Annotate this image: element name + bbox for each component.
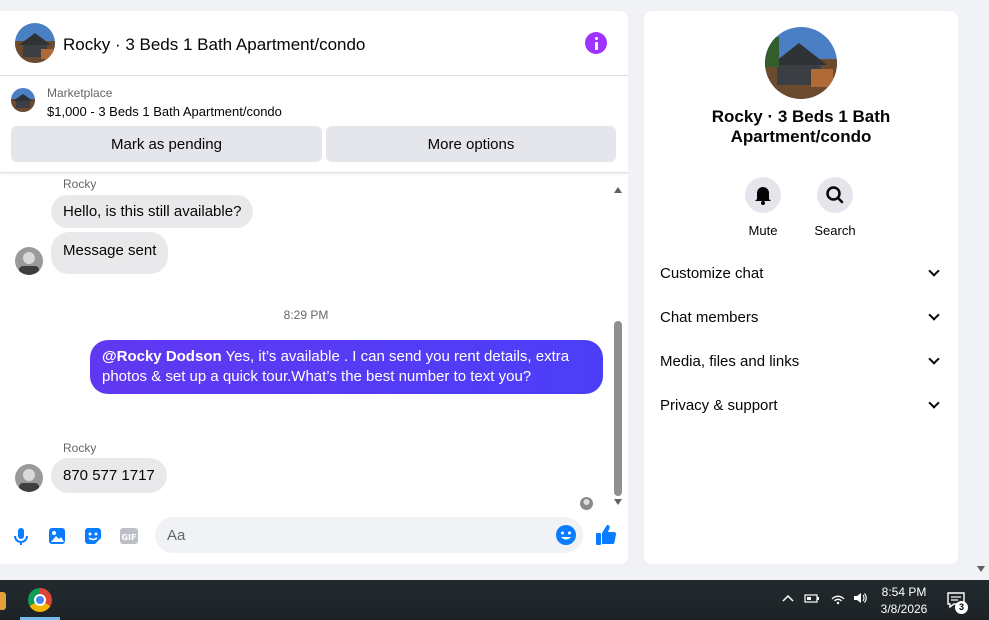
- section-label: Customize chat: [660, 264, 764, 282]
- scroll-down-arrow-icon[interactable]: [977, 566, 985, 572]
- battery-icon[interactable]: [804, 590, 820, 606]
- svg-text:GIF: GIF: [121, 533, 136, 542]
- marketplace-label: Marketplace: [47, 86, 113, 100]
- privacy-support-section[interactable]: Privacy & support: [660, 393, 942, 417]
- customize-chat-section[interactable]: Customize chat: [660, 261, 942, 285]
- outgoing-message[interactable]: @Rocky Dodson Yes, it’s available . I ca…: [90, 340, 603, 394]
- profile-avatar[interactable]: [765, 27, 837, 99]
- notification-count-badge: 3: [955, 601, 968, 614]
- composer: GIF: [0, 514, 628, 564]
- section-label: Chat members: [660, 308, 759, 326]
- message-list: Rocky Hello, is this still available? Me…: [0, 174, 628, 504]
- scroll-down-arrow-icon[interactable]: [614, 499, 622, 505]
- mute-label: Mute: [748, 223, 778, 238]
- chat-members-section[interactable]: Chat members: [660, 305, 942, 329]
- file-explorer-icon[interactable]: [0, 592, 6, 610]
- listing-title[interactable]: $1,000 - 3 Beds 1 Bath Apartment/condo: [47, 104, 282, 119]
- chevron-down-icon: [928, 353, 940, 365]
- message-timestamp: 8:29 PM: [283, 308, 329, 322]
- emoji-icon[interactable]: [555, 524, 577, 546]
- read-receipt-avatar: [580, 497, 593, 510]
- section-label: Media, files and links: [660, 352, 800, 370]
- bell-icon: [745, 177, 781, 213]
- gif-icon[interactable]: GIF: [118, 525, 140, 547]
- incoming-message[interactable]: Message sent: [51, 232, 169, 274]
- listing-thumbnail[interactable]: [11, 88, 35, 112]
- media-files-links-section[interactable]: Media, files and links: [660, 349, 942, 373]
- microphone-icon[interactable]: [10, 525, 32, 547]
- taskbar: 8:54 PM 3/8/2026 3: [0, 580, 989, 620]
- chevron-down-icon: [928, 397, 940, 409]
- mention-link[interactable]: @Rocky Dodson: [102, 348, 222, 365]
- clock-date[interactable]: 3/8/2026: [870, 602, 938, 616]
- chat-panel: Rocky · 3 Beds 1 Bath Apartment/condo Ma…: [0, 11, 628, 564]
- incoming-message[interactable]: Hello, is this still available?: [51, 195, 254, 228]
- volume-icon[interactable]: [852, 590, 868, 606]
- search-button[interactable]: Search: [805, 177, 865, 238]
- chat-header: Rocky · 3 Beds 1 Bath Apartment/condo: [0, 11, 628, 76]
- section-label: Privacy & support: [660, 396, 778, 414]
- thumbs-up-icon[interactable]: [594, 523, 618, 547]
- conversation-title[interactable]: Rocky · 3 Beds 1 Bath Apartment/condo: [63, 35, 365, 55]
- sender-name: Rocky: [63, 177, 97, 191]
- chat-scrollbar[interactable]: [612, 185, 624, 509]
- conversation-avatar[interactable]: [15, 23, 55, 63]
- sender-avatar[interactable]: [15, 247, 43, 275]
- more-options-button[interactable]: More options: [326, 126, 616, 162]
- chrome-icon[interactable]: [28, 588, 52, 612]
- marketplace-listing-bar: Marketplace $1,000 - 3 Beds 1 Bath Apart…: [0, 76, 628, 173]
- sticker-icon[interactable]: [82, 525, 104, 547]
- chevron-up-icon[interactable]: [780, 590, 796, 606]
- info-icon[interactable]: [585, 32, 607, 54]
- page-scrollbar[interactable]: [974, 0, 989, 580]
- mute-button[interactable]: Mute: [733, 177, 793, 238]
- conversation-info-panel: Rocky · 3 Beds 1 Bath Apartment/condo Mu…: [644, 11, 958, 564]
- scroll-up-arrow-icon[interactable]: [614, 187, 622, 193]
- search-label: Search: [814, 223, 856, 238]
- incoming-message[interactable]: 870 577 1717: [51, 458, 167, 493]
- scroll-thumb[interactable]: [614, 321, 622, 496]
- chevron-down-icon: [928, 265, 940, 277]
- search-icon: [817, 177, 853, 213]
- sender-avatar[interactable]: [15, 464, 43, 492]
- photo-icon[interactable]: [46, 525, 68, 547]
- message-input[interactable]: [155, 517, 583, 553]
- wifi-icon[interactable]: [830, 590, 846, 606]
- profile-name: Rocky · 3 Beds 1 Bath Apartment/condo: [711, 107, 891, 146]
- mark-as-pending-button[interactable]: Mark as pending: [11, 126, 322, 162]
- sender-name: Rocky: [63, 441, 97, 455]
- chevron-down-icon: [928, 309, 940, 321]
- clock-time[interactable]: 8:54 PM: [870, 585, 938, 599]
